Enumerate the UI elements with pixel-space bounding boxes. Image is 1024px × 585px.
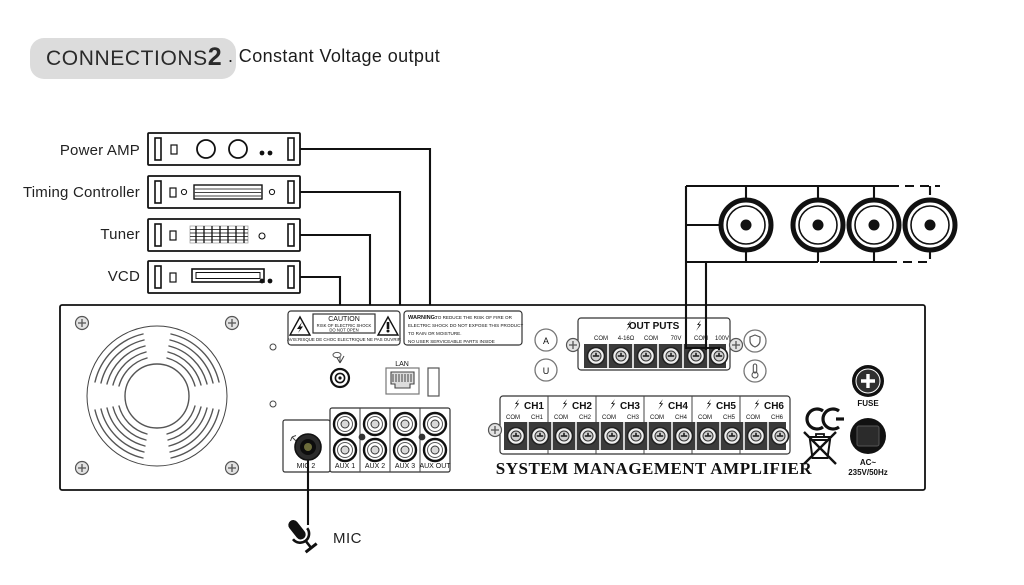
source-device-timing-controller	[147, 175, 301, 209]
ac-label-line2: 235V/50Hz	[848, 468, 888, 477]
aux1-jack-bottom	[332, 437, 358, 463]
aux3-jack-top	[392, 411, 418, 437]
aux2-label: AUX 2	[365, 463, 385, 470]
ch1-title: CH1	[524, 401, 544, 412]
aux2-jack-bottom	[362, 437, 388, 463]
expansion-slot	[427, 367, 440, 397]
ch5-com: COM	[698, 415, 712, 421]
amplifier-rear-panel: CAUTION RISK OF ELECTRIC SHOCK DO NOT OP…	[59, 275, 926, 525]
ch2-hot: CH2	[579, 415, 592, 421]
auxout-jack-bottom	[422, 437, 448, 463]
ch6-com: COM	[746, 415, 760, 421]
output-screw-5	[709, 346, 729, 366]
source-device-power-amp	[147, 132, 301, 166]
aux2-jack-top	[362, 411, 388, 437]
ch2-title: CH2	[572, 401, 592, 412]
warning-line4: NO USER SERVICEABLE PARTS INSIDE	[408, 339, 495, 344]
outputs-block-screw-right	[728, 337, 744, 353]
channel-terminal-block: CH1 COM CH1 CH2 COM CH2 CH3 COM CH3 CH4 …	[487, 395, 791, 455]
diagram-canvas: CONNECTIONS2 . Constant Voltage output P…	[0, 0, 1024, 585]
output-term-label-0: COM	[594, 336, 608, 342]
speaker-4-optional	[905, 200, 955, 250]
amplifier-brand-text: SYSTEM MANAGEMENT AMPLIFIER	[496, 459, 813, 478]
aux3-jack-bottom	[392, 437, 418, 463]
outputs-title: OUT PUTS	[629, 321, 680, 332]
channel-block-screw-left	[487, 422, 503, 438]
fuse-label: FUSE	[857, 399, 879, 408]
ch1-hot: CH1	[531, 415, 544, 421]
source-device-tuner	[147, 218, 301, 252]
ch5-title: CH5	[716, 401, 736, 412]
circled-a-icon: A	[543, 336, 549, 346]
lan-label: LAN	[395, 361, 409, 368]
aux1-jack-top	[332, 411, 358, 437]
warning-label: WARNING: TO REDUCE THE RISK OF FIRE OR E…	[403, 310, 523, 346]
ch3-hot: CH3	[627, 415, 640, 421]
output-term-label-3: 70V	[671, 336, 682, 342]
circled-u-icon: U	[543, 366, 550, 376]
speaker-2	[793, 200, 843, 250]
auxout-label: AUX OUT	[419, 463, 451, 470]
outputs-terminal-block: OUT PUTS COM 4-16Ω COM 70V COM 100V	[565, 317, 744, 371]
panel-screw-bl	[74, 460, 90, 476]
aux1-label: AUX 1	[335, 463, 355, 470]
ch1-com: COM	[506, 415, 520, 421]
panel-screw-br	[224, 460, 240, 476]
warning-line3: TO RAIN OR MOISTURE.	[408, 331, 462, 336]
output-screw-3	[661, 346, 681, 366]
warning-line2: ELECTRIC SHOCK DO NOT EXPOSE THIS PRODUC…	[408, 323, 523, 328]
ch6-hot: CH6	[771, 415, 784, 421]
output-term-label-5: 100V	[715, 336, 729, 342]
ch5-hot: CH5	[723, 415, 736, 421]
warning-title: WARNING:	[408, 315, 437, 321]
auxout-jack-top	[422, 411, 448, 437]
speaker-array	[721, 186, 955, 262]
caution-label: CAUTION RISK OF ELECTRIC SHOCK DO NOT OP…	[287, 310, 401, 346]
speaker-1	[721, 200, 771, 250]
output-screw-2	[636, 346, 656, 366]
ch3-com: COM	[602, 415, 616, 421]
output-screw-0	[586, 346, 606, 366]
source-device-vcd	[147, 260, 301, 294]
ch6-title: CH6	[764, 401, 784, 412]
ch4-hot: CH4	[675, 415, 688, 421]
mic2-label: MIC 2	[297, 463, 316, 470]
warning-line1: TO REDUCE THE RISK OF FIRE OR	[435, 315, 513, 320]
panel-screw-tr	[224, 315, 240, 331]
output-screw-1	[611, 346, 631, 366]
outputs-block-screw-left	[565, 337, 581, 353]
caution-line2: DO NOT OPEN	[329, 328, 358, 333]
aux3-label: AUX 3	[395, 463, 415, 470]
mic2-jack: MIC 2	[282, 419, 331, 473]
panel-screw-tl	[74, 315, 90, 331]
mic-icon	[288, 520, 318, 554]
ch4-title: CH4	[668, 401, 688, 412]
caution-title: CAUTION	[328, 316, 360, 323]
speaker-3	[849, 200, 899, 250]
output-screw-4	[686, 346, 706, 366]
ac-label-line1: AC~	[860, 458, 877, 467]
output-term-label-1: 4-16Ω	[618, 336, 635, 342]
caution-bottom: AVIS:RISQUE DE CHOC ELECTRIQUE NE PAS OU…	[287, 337, 401, 342]
ch2-com: COM	[554, 415, 568, 421]
ch4-com: COM	[650, 415, 664, 421]
ch3-title: CH3	[620, 401, 640, 412]
aux-input-block: AUX 1 AUX 2 AUX 3 AUX OUT	[329, 407, 451, 473]
output-term-label-2: COM	[644, 336, 658, 342]
